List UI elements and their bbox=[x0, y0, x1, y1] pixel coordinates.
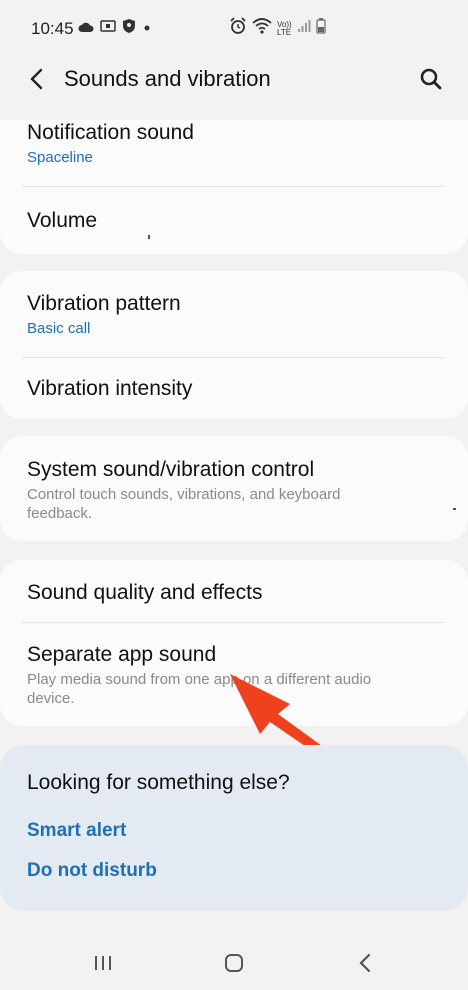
volte-icon: Vo)) LTE bbox=[277, 19, 292, 37]
back-arrow-icon bbox=[30, 68, 43, 90]
app-header: Sounds and vibration bbox=[0, 56, 468, 102]
alarm-icon bbox=[229, 17, 247, 40]
smart-alert-link[interactable]: Smart alert bbox=[27, 820, 126, 842]
back-button[interactable] bbox=[22, 64, 52, 94]
shield-icon bbox=[122, 18, 136, 39]
volume-title: Volume bbox=[27, 209, 98, 232]
system-sound-title: System sound/vibration control bbox=[27, 458, 315, 481]
signal-icon bbox=[297, 19, 311, 38]
nfc-icon bbox=[100, 19, 116, 38]
card-system: System sound/vibration control Control t… bbox=[0, 436, 468, 541]
card-vibration: Vibration pattern Basic call Vibration i… bbox=[0, 271, 468, 419]
vibration-pattern-title: Vibration pattern bbox=[27, 292, 181, 315]
do-not-disturb-link[interactable]: Do not disturb bbox=[27, 860, 157, 882]
status-right-icons: Vo)) LTE bbox=[229, 17, 326, 40]
sound-quality-title: Sound quality and effects bbox=[27, 581, 263, 604]
notification-sound-row[interactable]: Notification sound Spaceline bbox=[27, 120, 441, 168]
status-left-icons bbox=[78, 18, 152, 39]
cloud-icon bbox=[78, 20, 94, 38]
status-bar: 10:45 Vo)) LTE bbox=[0, 0, 468, 56]
notification-sound-title: Notification sound bbox=[27, 121, 194, 144]
recents-button[interactable] bbox=[83, 948, 123, 978]
wifi-icon bbox=[252, 18, 272, 39]
help-title: Looking for something else? bbox=[27, 771, 290, 794]
home-button[interactable] bbox=[214, 948, 254, 978]
search-icon bbox=[420, 68, 442, 90]
search-button[interactable] bbox=[416, 64, 446, 94]
system-sound-row[interactable]: System sound/vibration control Control t… bbox=[27, 457, 441, 523]
navigation-bar bbox=[0, 938, 468, 990]
vibration-pattern-row[interactable]: Vibration pattern Basic call bbox=[27, 291, 441, 339]
artifact-dot bbox=[453, 508, 456, 510]
sound-quality-row[interactable]: Sound quality and effects bbox=[27, 580, 441, 606]
dot-icon bbox=[142, 20, 152, 38]
battery-icon bbox=[316, 18, 326, 39]
divider bbox=[22, 357, 446, 358]
status-time: 10:45 bbox=[31, 19, 74, 38]
vibration-intensity-row[interactable]: Vibration intensity bbox=[27, 376, 441, 402]
volume-row[interactable]: Volume bbox=[27, 208, 441, 234]
help-card: Looking for something else? Smart alert … bbox=[0, 745, 468, 911]
vibration-pattern-value: Basic call bbox=[27, 320, 91, 337]
vibration-intensity-title: Vibration intensity bbox=[27, 377, 193, 400]
system-sound-desc: Control touch sounds, vibrations, and ke… bbox=[27, 486, 341, 522]
divider bbox=[22, 622, 446, 623]
notification-sound-value: Spaceline bbox=[27, 149, 93, 166]
nav-back-button[interactable] bbox=[345, 948, 385, 978]
recents-icon bbox=[95, 956, 111, 970]
card-sound: Notification sound Spaceline Volume bbox=[0, 120, 468, 254]
divider bbox=[22, 186, 446, 187]
page-title: Sounds and vibration bbox=[64, 66, 271, 91]
home-icon bbox=[225, 954, 243, 972]
back-icon bbox=[359, 953, 371, 973]
artifact-dot bbox=[148, 235, 150, 239]
